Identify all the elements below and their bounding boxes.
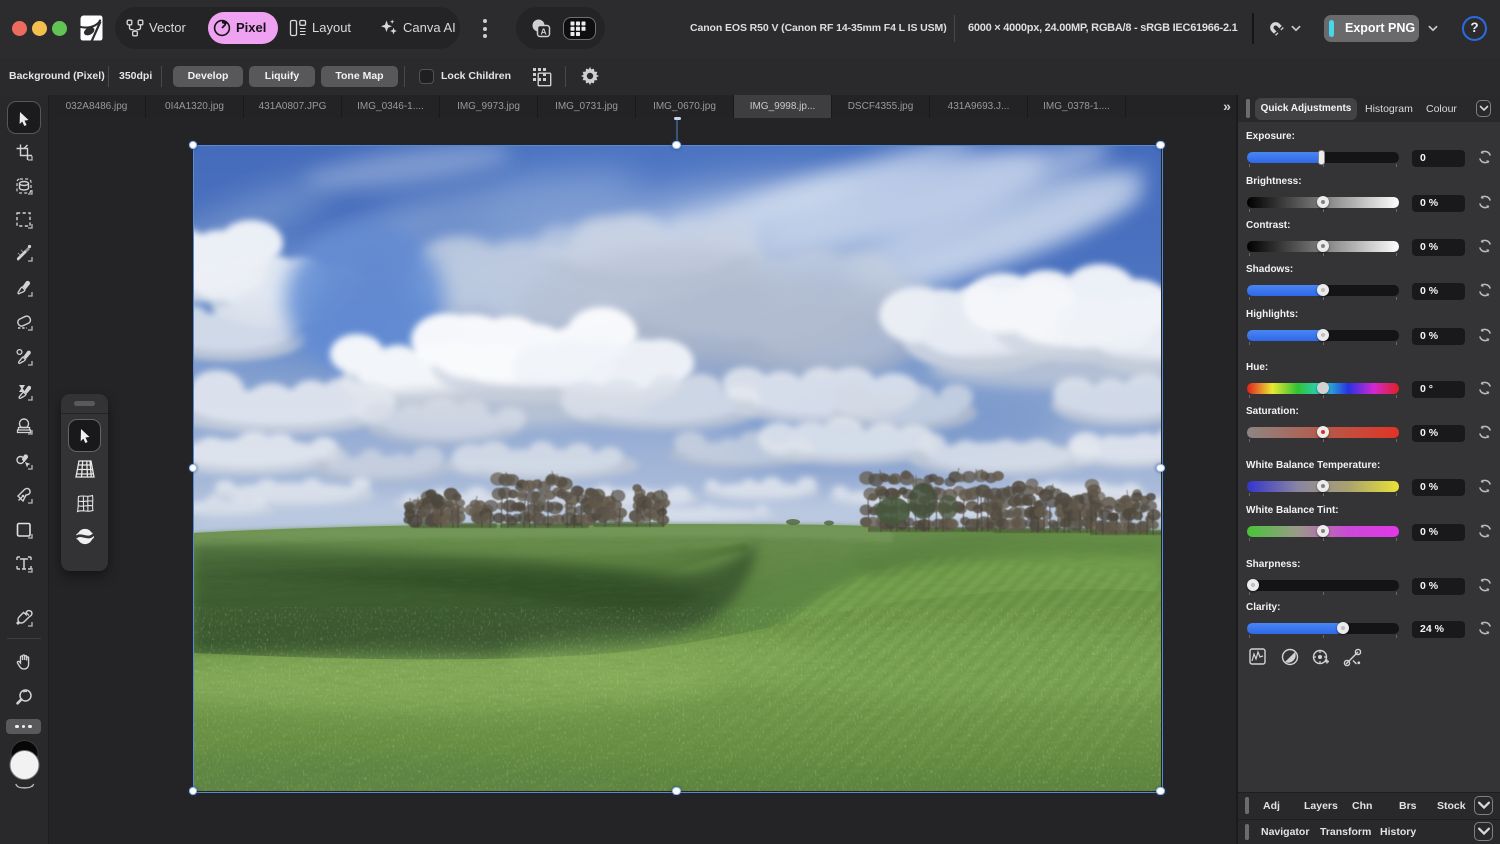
svg-text:A: A (541, 27, 547, 37)
